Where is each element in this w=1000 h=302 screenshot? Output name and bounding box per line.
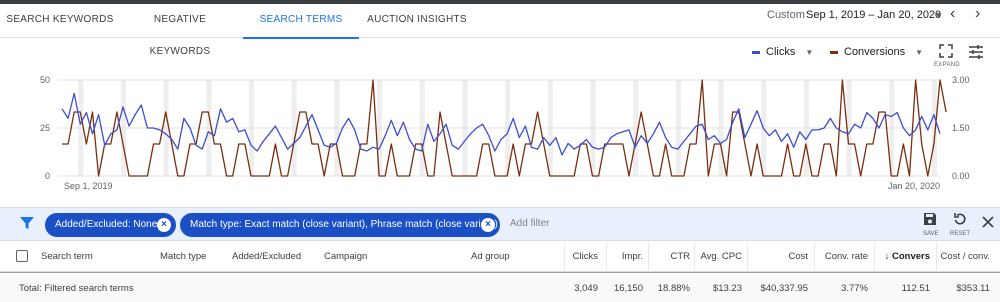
- save-label: SAVE: [923, 231, 939, 237]
- tab-auction-insights[interactable]: AUCTION INSIGHTS: [364, 4, 470, 38]
- table-header: Search term Match type Added/Excluded Ca…: [0, 242, 1000, 272]
- sort-descending-icon: ↓: [884, 251, 892, 262]
- metric-selector-clicks[interactable]: Clicks ▼: [752, 46, 813, 62]
- filter-chip-label: Match type: Exact match (close variant),…: [190, 219, 498, 230]
- y-right-tick-label: 3.00: [952, 75, 970, 85]
- tab-negative-keywords[interactable]: NEGATIVE KEYWORDS: [122, 4, 238, 57]
- header-campaign[interactable]: Campaign: [324, 251, 367, 262]
- reset-label: RESET: [950, 231, 971, 237]
- y-left-tick-label: 50: [40, 75, 50, 85]
- header-match-type[interactable]: Match type: [160, 251, 206, 262]
- expand-icon[interactable]: [939, 44, 953, 58]
- date-range-value[interactable]: Sep 1, 2019 – Jan 20, 2020: [806, 9, 941, 21]
- filter-chip-match-type[interactable]: Match type: Exact match (close variant),…: [180, 213, 500, 237]
- reset-icon[interactable]: [952, 211, 968, 227]
- date-range-type[interactable]: Custom: [767, 9, 805, 21]
- filter-bar: Added/Excluded: None × Match type: Exact…: [0, 207, 1000, 241]
- tab-search-terms[interactable]: SEARCH TERMS: [243, 4, 359, 39]
- header-conversions-sorted[interactable]: ↓ Convers: [885, 251, 930, 262]
- header-ctr[interactable]: CTR: [670, 251, 690, 262]
- header-cost[interactable]: Cost: [788, 251, 808, 262]
- add-filter-link[interactable]: Add filter: [510, 218, 549, 229]
- header-impr[interactable]: Impr.: [622, 251, 643, 262]
- performance-chart: 50 25 0 3.00 1.50 0.00 Sep 1, 2019 Jan 20, 2020: [0, 68, 1000, 200]
- header-conv-rate[interactable]: Conv. rate: [825, 251, 868, 262]
- metric1-label: Clicks: [766, 46, 796, 58]
- total-impr: 16,150: [613, 283, 643, 294]
- x-tick-label-start: Sep 1, 2019: [64, 181, 113, 191]
- previous-period-icon[interactable]: ‹: [950, 5, 955, 23]
- date-range-dropdown-icon[interactable]: ▼: [934, 10, 943, 20]
- y-right-tick-label: 0.00: [952, 171, 970, 181]
- total-avg-cpc: $13.23: [712, 283, 742, 294]
- total-clicks: 3,049: [574, 283, 598, 294]
- total-cost: $40,337.95: [760, 283, 808, 294]
- next-period-icon[interactable]: ›: [975, 5, 980, 23]
- header-search-term[interactable]: Search term: [41, 251, 93, 262]
- chevron-down-icon: ▼: [805, 48, 814, 57]
- metric2-label: Conversions: [844, 46, 906, 58]
- remove-filter-icon[interactable]: ×: [481, 218, 495, 232]
- x-tick-label-end: Jan 20, 2020: [888, 181, 940, 191]
- total-row: Total: Filtered search terms 3,049 16,15…: [0, 272, 1000, 302]
- tab-search-keywords[interactable]: SEARCH KEYWORDS: [6, 4, 114, 38]
- y-left-tick-label: 25: [40, 123, 50, 133]
- select-all-checkbox[interactable]: [16, 250, 28, 262]
- header-added-excluded[interactable]: Added/Excluded: [232, 251, 301, 262]
- total-conv-rate: 3.77%: [841, 283, 868, 294]
- filter-chip-added-excluded[interactable]: Added/Excluded: None ×: [45, 213, 176, 237]
- filter-chip-label: Added/Excluded: None: [55, 219, 158, 230]
- remove-filter-icon[interactable]: ×: [157, 218, 171, 232]
- total-label: Total: Filtered search terms: [19, 283, 134, 294]
- y-left-tick-label: 0: [45, 171, 50, 181]
- header-cost-per-conv[interactable]: Cost / conv.: [941, 251, 990, 262]
- line-chart: 50 25 0 3.00 1.50 0.00 Sep 1, 2019 Jan 20, 2020: [40, 75, 970, 191]
- header-conversions-label: Convers: [891, 251, 930, 262]
- total-conversions: 112.51: [901, 283, 930, 294]
- save-icon[interactable]: [923, 212, 937, 226]
- clicks-legend-swatch: [752, 50, 760, 54]
- total-cost-per-conv: $353.11: [956, 283, 990, 294]
- y-right-tick-label: 1.50: [952, 123, 970, 133]
- chevron-down-icon: ▼: [915, 48, 924, 57]
- chart-settings-icon[interactable]: [968, 44, 984, 60]
- header-ad-group[interactable]: Ad group: [471, 251, 510, 262]
- header-avg-cpc[interactable]: Avg. CPC: [700, 251, 742, 262]
- header-clicks[interactable]: Clicks: [573, 251, 598, 262]
- total-ctr: 18.88%: [657, 283, 690, 294]
- filter-icon[interactable]: [20, 216, 34, 230]
- conversions-legend-swatch: [830, 50, 838, 54]
- close-icon[interactable]: [982, 216, 994, 228]
- metric-selector-conversions[interactable]: Conversions ▼: [830, 46, 923, 62]
